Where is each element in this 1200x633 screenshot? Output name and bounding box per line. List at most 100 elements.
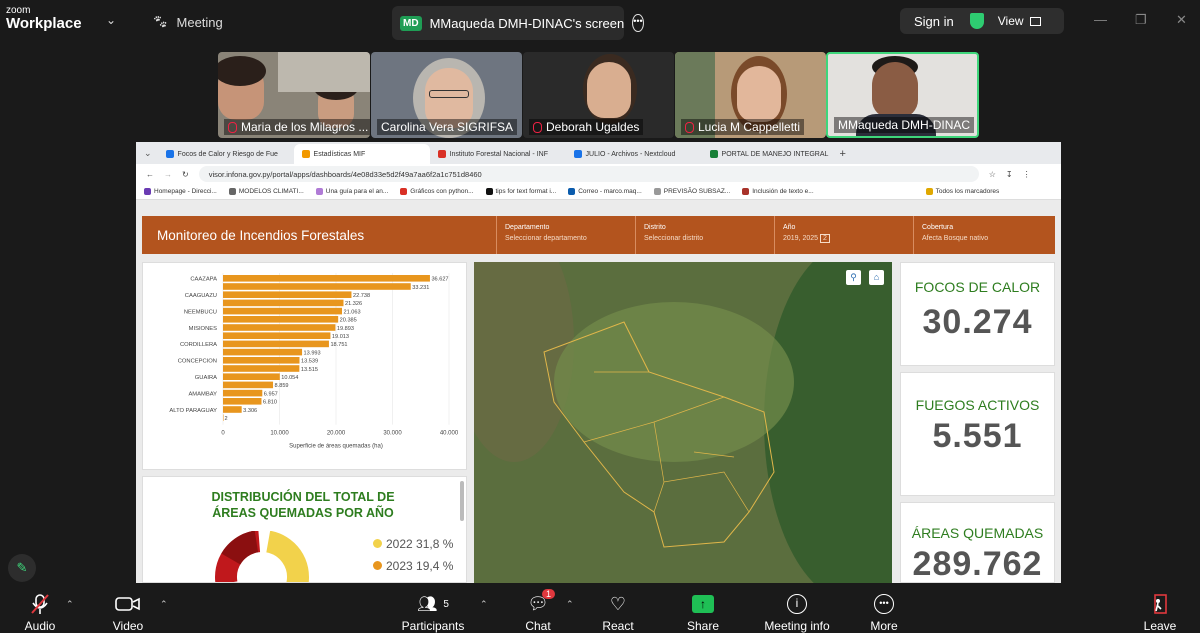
participants-button[interactable]: 👥︎ 5 Participants	[398, 593, 468, 633]
back-icon[interactable]: ←	[146, 170, 154, 179]
bookmarks-bar: Homepage - Direcci... MODELOS CLIMATI...…	[136, 184, 1061, 200]
participant-tile[interactable]: Carolina Vera SIGRIFSA	[371, 52, 522, 138]
donut-legend-item: 2023 19,4 %	[373, 555, 453, 577]
bookmark-item[interactable]: Gráficos con python...	[400, 188, 474, 195]
category-label: CAAZAPA	[190, 277, 217, 283]
bookmark-item[interactable]: tips for text format i...	[485, 188, 556, 195]
audio-button[interactable]: Audio	[20, 593, 60, 633]
chart-bar	[223, 340, 329, 348]
kpi-card-fuegos: FUEGOS ACTIVOS 5.551	[900, 372, 1055, 496]
grid-view-icon[interactable]	[1029, 16, 1041, 26]
browser-tab[interactable]: Instituto Forestal Nacional - INF	[430, 144, 566, 164]
leave-door-icon	[1154, 594, 1167, 614]
bar-value-label: 8.859	[275, 383, 289, 389]
x-tick-label: 10.000	[270, 431, 289, 437]
mic-muted-icon	[533, 121, 542, 133]
more-dots-icon: •••	[874, 594, 894, 614]
chat-unread-badge: 1	[542, 589, 556, 599]
bar-value-label: 21.063	[344, 309, 361, 315]
bookmark-item[interactable]: Inclusión de texto e...	[742, 188, 814, 195]
audio-options-caret[interactable]: ⌃	[66, 599, 74, 610]
bar-value-label: 13.515	[301, 367, 318, 373]
meeting-toolbar: Audio ⌃ Video ⌃ 👥︎ 5 Participants ⌃ 💬︎ 1 C…	[0, 583, 1200, 633]
map-home-icon[interactable]: ⌂	[869, 270, 884, 285]
participants-options-caret[interactable]: ⌃	[480, 599, 488, 610]
chat-button[interactable]: 💬︎ 1 Chat	[518, 589, 558, 633]
chart-bar	[223, 283, 411, 290]
all-bookmarks-folder[interactable]: Todos los marcadores	[925, 188, 999, 195]
category-label: GUAIRA	[195, 375, 217, 381]
browser-tab[interactable]: JULIO - Archivos - Nextcloud	[566, 144, 702, 164]
chat-options-caret[interactable]: ⌃	[566, 599, 574, 610]
x-axis-title: Superficie de áreas quemadas (ha)	[289, 444, 383, 450]
more-button[interactable]: ••• More	[864, 593, 904, 633]
minimize-icon[interactable]: —	[1094, 12, 1107, 27]
kpi-title: FOCOS DE CALOR	[914, 279, 1041, 295]
download-icon[interactable]: ↧	[1006, 170, 1013, 179]
filter-cobertura[interactable]: Cobertura Afecta Bosque nativo	[914, 216, 1053, 254]
bookmark-item[interactable]: Correo - marco.maq...	[568, 188, 642, 195]
browser-tab-active[interactable]: Estadísticas MIF	[293, 144, 430, 164]
more-options-icon[interactable]: •••	[632, 14, 644, 32]
participant-tile[interactable]: Lucia M Cappelletti	[675, 52, 826, 138]
tab-search-icon[interactable]: ⌄	[144, 148, 152, 159]
new-tab-icon[interactable]: +	[840, 148, 846, 160]
screen-share-tab[interactable]: MD MMaqueda DMH-DINAC's screen •••	[392, 6, 644, 40]
meeting-menu[interactable]: 🐾︎ Meeting	[152, 14, 223, 30]
kpi-value: 30.274	[922, 303, 1033, 341]
browser-tab[interactable]: Focos de Calor y Riesgo de Fue	[158, 144, 294, 164]
map-search-icon[interactable]: ⚲	[846, 270, 861, 285]
donut-title-line1: DISTRIBUCIÓN DEL TOTAL DE	[211, 490, 395, 504]
chart-bar	[223, 291, 352, 298]
chevron-down-icon[interactable]: ⌄	[106, 13, 116, 27]
scrollbar[interactable]	[460, 481, 464, 521]
bookmark-item[interactable]: Una guía para el an...	[315, 188, 388, 195]
map-panel[interactable]: ⚲ ⌂	[474, 262, 892, 583]
chart-bar	[223, 316, 339, 323]
reload-icon[interactable]: ↻	[182, 170, 189, 179]
url-bar[interactable]: visor.infona.gov.py/portal/apps/dashboar…	[198, 166, 979, 182]
dashboard-header: Monitoreo de Incendios Forestales Depart…	[142, 216, 1055, 254]
react-button[interactable]: ♡ React	[598, 593, 638, 633]
forward-icon[interactable]: →	[164, 170, 172, 179]
bookmark-star-icon[interactable]: ☆	[989, 170, 996, 179]
annotate-pen-icon[interactable]: ✎	[8, 554, 36, 582]
filter-distrito[interactable]: Distrito Seleccionar distrito	[636, 216, 775, 254]
close-icon[interactable]: ✕	[1176, 12, 1187, 28]
video-options-caret[interactable]: ⌃	[160, 599, 168, 610]
chart-bar	[223, 348, 303, 356]
filter-anio[interactable]: Año 2019, 2025 2	[775, 216, 914, 254]
maximize-icon[interactable]: ❐	[1135, 12, 1147, 28]
view-button[interactable]: View	[998, 14, 1024, 28]
signin-button[interactable]: Sign in	[914, 14, 954, 29]
kpi-card-focos: FOCOS DE CALOR 30.274	[900, 262, 1055, 366]
bar-value-label: 20.385	[340, 318, 357, 324]
share-screen-icon: ↑	[692, 595, 714, 613]
encryption-shield-icon[interactable]	[969, 13, 984, 29]
dashboard-page: Monitoreo de Incendios Forestales Depart…	[136, 200, 1061, 583]
video-button[interactable]: Video	[108, 593, 148, 633]
filter-departamento[interactable]: Departamento Seleccionar departamento	[497, 216, 636, 254]
kpi-value: 5.551	[932, 417, 1023, 455]
category-label: CONCEPCION	[178, 359, 217, 365]
share-button[interactable]: ↑ Share	[683, 593, 723, 633]
donut-chart-card: DISTRIBUCIÓN DEL TOTAL DE ÁREAS QUEMADAS…	[142, 476, 467, 583]
menu-dots-icon[interactable]: ⋮	[1023, 170, 1031, 179]
bookmark-item[interactable]: Homepage - Direcci...	[144, 188, 217, 195]
participant-tile[interactable]: Maria de los Milagros ...	[218, 52, 370, 138]
meeting-info-button[interactable]: i Meeting info	[758, 593, 836, 633]
bar-value-label: 18.751	[330, 342, 347, 348]
kpi-card-areas: ÁREAS QUEMADAS 289.762	[900, 502, 1055, 583]
x-tick-label: 40.000	[440, 431, 459, 437]
kpi-value: 289.762	[912, 545, 1043, 583]
participant-video	[872, 62, 918, 118]
bookmark-item[interactable]: PREVISÃO SUBSAZ...	[653, 188, 730, 195]
leave-button[interactable]: Leave	[1140, 593, 1180, 633]
bookmark-item[interactable]: MODELOS CLIMATI...	[228, 188, 304, 195]
participant-tile[interactable]: Deborah Ugaldes	[523, 52, 674, 138]
dashboard-title: Monitoreo de Incendios Forestales	[142, 216, 497, 254]
heart-icon: ♡	[609, 593, 627, 614]
participant-tile-active-speaker[interactable]: MMaqueda DMH-DINAC	[826, 52, 979, 138]
browser-tab[interactable]: PORTAL DE MANEJO INTEGRAL	[702, 144, 838, 164]
filter-count-badge: 2	[820, 233, 830, 243]
